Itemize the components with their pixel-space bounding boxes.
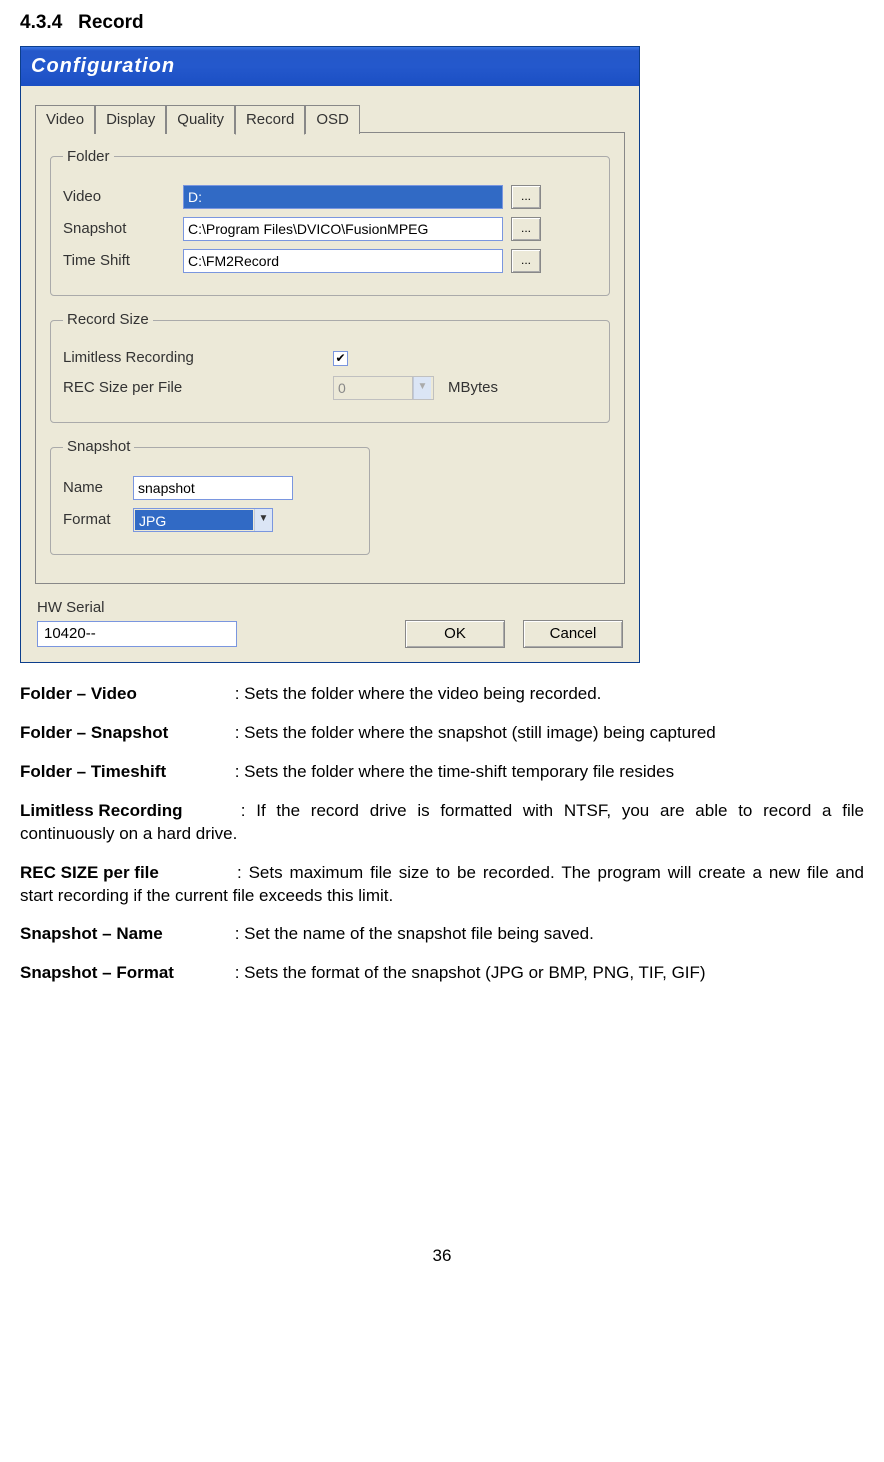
snapshot-format-value: JPG — [135, 510, 253, 530]
hw-serial-input[interactable] — [37, 621, 237, 647]
desc-limitless: Limitless Recording : If the record driv… — [20, 800, 864, 846]
folder-video-input[interactable] — [183, 185, 503, 209]
ok-button[interactable]: OK — [405, 620, 505, 648]
cancel-button[interactable]: Cancel — [523, 620, 623, 648]
section-name: Record — [78, 12, 143, 33]
desc-snapshot-name: Snapshot – Name : Set the name of the sn… — [20, 923, 864, 946]
folder-snapshot-browse-button[interactable]: ... — [511, 217, 541, 241]
tab-record[interactable]: Record — [235, 105, 305, 135]
rec-size-input — [333, 376, 413, 400]
tab-strip: VideoDisplayQualityRecordOSD — [35, 104, 625, 132]
limitless-recording-checkbox[interactable]: ✔ — [333, 351, 348, 366]
snapshot-name-input[interactable] — [133, 476, 293, 500]
folder-timeshift-input[interactable] — [183, 249, 503, 273]
folder-video-browse-button[interactable]: ... — [511, 185, 541, 209]
snapshot-legend: Snapshot — [63, 437, 134, 457]
desc-folder-timeshift: Folder – Timeshift : Sets the folder whe… — [20, 761, 864, 784]
folder-timeshift-label: Time Shift — [63, 251, 183, 271]
rec-size-label: REC Size per File — [63, 378, 263, 398]
folder-video-label: Video — [63, 187, 183, 207]
configuration-dialog: Configuration VideoDisplayQualityRecordO… — [20, 46, 640, 663]
desc-folder-video: Folder – Video : Sets the folder where t… — [20, 683, 864, 706]
desc-folder-snapshot: Folder – Snapshot : Sets the folder wher… — [20, 722, 864, 745]
record-size-legend: Record Size — [63, 310, 153, 330]
folder-snapshot-input[interactable] — [183, 217, 503, 241]
page-number: 36 — [20, 1245, 864, 1268]
dialog-bottom-area: HW Serial OK Cancel — [21, 598, 639, 662]
tab-video[interactable]: Video — [35, 105, 95, 134]
desc-recsize: REC SIZE per file : Sets maximum file si… — [20, 862, 864, 908]
record-size-group: Record Size Limitless Recording ✔ REC Si… — [50, 310, 610, 424]
folder-legend: Folder — [63, 147, 114, 167]
folder-group: Folder Video ... Snapshot ... Time Shift… — [50, 147, 610, 296]
record-tab-panel: Folder Video ... Snapshot ... Time Shift… — [35, 132, 625, 584]
hw-serial-label: HW Serial — [37, 598, 623, 618]
description-list: Folder – Video : Sets the folder where t… — [20, 683, 864, 985]
limitless-recording-label: Limitless Recording — [63, 348, 263, 368]
folder-timeshift-browse-button[interactable]: ... — [511, 249, 541, 273]
chevron-down-icon: ▼ — [413, 377, 431, 399]
snapshot-format-label: Format — [63, 510, 133, 530]
snapshot-name-label: Name — [63, 478, 133, 498]
rec-size-dropdown: ▼ — [412, 376, 434, 400]
snapshot-group: Snapshot Name Format JPG ▼ — [50, 437, 370, 554]
tab-quality[interactable]: Quality — [166, 105, 235, 134]
tab-display[interactable]: Display — [95, 105, 166, 134]
folder-snapshot-label: Snapshot — [63, 219, 183, 239]
dialog-titlebar: Configuration — [21, 47, 639, 86]
rec-size-unit: MBytes — [448, 378, 498, 398]
section-heading: 4.3.4 Record — [20, 10, 864, 36]
chevron-down-icon: ▼ — [254, 509, 272, 531]
desc-snapshot-format: Snapshot – Format : Sets the format of t… — [20, 962, 864, 985]
tab-osd[interactable]: OSD — [305, 105, 360, 134]
section-number: 4.3.4 — [20, 12, 62, 33]
snapshot-format-dropdown[interactable]: JPG ▼ — [133, 508, 273, 532]
